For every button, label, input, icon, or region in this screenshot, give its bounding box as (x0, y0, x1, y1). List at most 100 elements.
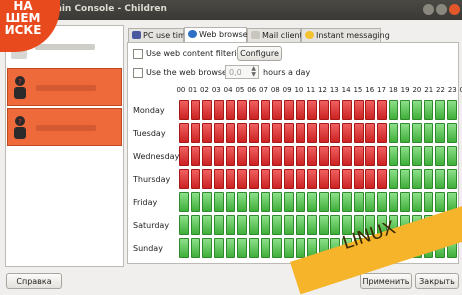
schedule-cell[interactable] (179, 215, 189, 235)
schedule-cell[interactable] (190, 169, 201, 189)
schedule-cell[interactable] (412, 192, 422, 212)
schedule-cell[interactable] (202, 192, 213, 212)
schedule-cell[interactable] (283, 146, 294, 166)
schedule-cell[interactable] (295, 215, 306, 235)
schedule-cell[interactable] (190, 215, 201, 235)
schedule-cell[interactable] (318, 100, 329, 120)
schedule-cell[interactable] (295, 123, 306, 143)
schedule-cell[interactable] (283, 100, 294, 120)
schedule-cell[interactable] (237, 192, 248, 212)
tab-instant-messaging[interactable]: Instant messaging (301, 28, 390, 42)
schedule-cell[interactable] (377, 146, 387, 166)
schedule-cell[interactable] (307, 192, 317, 212)
schedule-cell[interactable] (213, 100, 224, 120)
configure-button[interactable]: Configure (237, 46, 282, 61)
schedule-cell[interactable] (237, 215, 248, 235)
schedule-cell[interactable] (365, 169, 376, 189)
schedule-cell[interactable] (435, 123, 446, 143)
schedule-cell[interactable] (295, 146, 306, 166)
schedule-cell[interactable] (179, 238, 189, 258)
schedule-cell[interactable] (295, 192, 306, 212)
schedule-cell[interactable] (213, 123, 224, 143)
schedule-cell[interactable] (330, 146, 341, 166)
apply-button[interactable]: Применить (360, 273, 412, 289)
schedule-cell[interactable] (377, 123, 387, 143)
schedule-cell[interactable] (446, 169, 457, 189)
schedule-cell[interactable] (318, 215, 329, 235)
schedule-cell[interactable] (388, 169, 399, 189)
schedule-cell[interactable] (330, 192, 341, 212)
schedule-cell[interactable] (283, 238, 294, 258)
schedule-cell[interactable] (202, 215, 213, 235)
schedule-cell[interactable] (307, 123, 317, 143)
schedule-cell[interactable] (423, 146, 434, 166)
schedule-cell[interactable] (307, 169, 317, 189)
user-item-3[interactable]: ? (7, 108, 122, 146)
schedule-cell[interactable] (400, 123, 411, 143)
schedule-cell[interactable] (248, 215, 259, 235)
schedule-cell[interactable] (272, 215, 282, 235)
schedule-cell[interactable] (283, 169, 294, 189)
schedule-cell[interactable] (446, 100, 457, 120)
schedule-cell[interactable] (400, 169, 411, 189)
schedule-cell[interactable] (225, 169, 236, 189)
maximize-button[interactable] (436, 4, 447, 15)
schedule-cell[interactable] (248, 146, 259, 166)
schedule-cell[interactable] (190, 238, 201, 258)
schedule-cell[interactable] (342, 123, 352, 143)
schedule-cell[interactable] (213, 192, 224, 212)
schedule-cell[interactable] (213, 146, 224, 166)
schedule-cell[interactable] (365, 100, 376, 120)
schedule-cell[interactable] (202, 100, 213, 120)
schedule-cell[interactable] (190, 123, 201, 143)
schedule-cell[interactable] (295, 169, 306, 189)
schedule-cell[interactable] (423, 123, 434, 143)
close-button[interactable] (449, 4, 460, 15)
schedule-cell[interactable] (400, 100, 411, 120)
schedule-cell[interactable] (412, 146, 422, 166)
user-item-2[interactable]: ? (7, 68, 122, 106)
schedule-cell[interactable] (435, 100, 446, 120)
schedule-cell[interactable] (190, 192, 201, 212)
schedule-cell[interactable] (342, 100, 352, 120)
schedule-cell[interactable] (342, 169, 352, 189)
help-button[interactable]: Справка (6, 273, 62, 289)
schedule-cell[interactable] (213, 215, 224, 235)
schedule-cell[interactable] (377, 169, 387, 189)
schedule-cell[interactable] (179, 146, 189, 166)
schedule-cell[interactable] (365, 123, 376, 143)
schedule-cell[interactable] (388, 123, 399, 143)
minimize-button[interactable] (423, 4, 434, 15)
schedule-cell[interactable] (318, 192, 329, 212)
schedule-cell[interactable] (237, 146, 248, 166)
schedule-cell[interactable] (179, 100, 189, 120)
schedule-cell[interactable] (248, 169, 259, 189)
browser-limit-checkbox[interactable] (133, 68, 143, 78)
schedule-cell[interactable] (272, 100, 282, 120)
schedule-cell[interactable] (365, 192, 376, 212)
schedule-cell[interactable] (435, 192, 446, 212)
schedule-cell[interactable] (272, 123, 282, 143)
schedule-cell[interactable] (283, 192, 294, 212)
tab-pc-use-time[interactable]: PC use time (128, 28, 191, 42)
schedule-cell[interactable] (388, 146, 399, 166)
schedule-cell[interactable] (330, 100, 341, 120)
schedule-cell[interactable] (272, 169, 282, 189)
schedule-cell[interactable] (318, 169, 329, 189)
schedule-cell[interactable] (260, 238, 271, 258)
schedule-cell[interactable] (342, 192, 352, 212)
schedule-cell[interactable] (248, 100, 259, 120)
schedule-cell[interactable] (225, 123, 236, 143)
schedule-cell[interactable] (365, 146, 376, 166)
hours-spinbox[interactable]: 0,0 ▲ ▼ (225, 65, 259, 79)
schedule-cell[interactable] (202, 123, 213, 143)
schedule-cell[interactable] (202, 169, 213, 189)
schedule-cell[interactable] (225, 100, 236, 120)
schedule-cell[interactable] (446, 146, 457, 166)
schedule-cell[interactable] (318, 123, 329, 143)
schedule-cell[interactable] (237, 123, 248, 143)
schedule-cell[interactable] (248, 238, 259, 258)
schedule-cell[interactable] (272, 192, 282, 212)
schedule-cell[interactable] (353, 123, 364, 143)
schedule-cell[interactable] (179, 123, 189, 143)
